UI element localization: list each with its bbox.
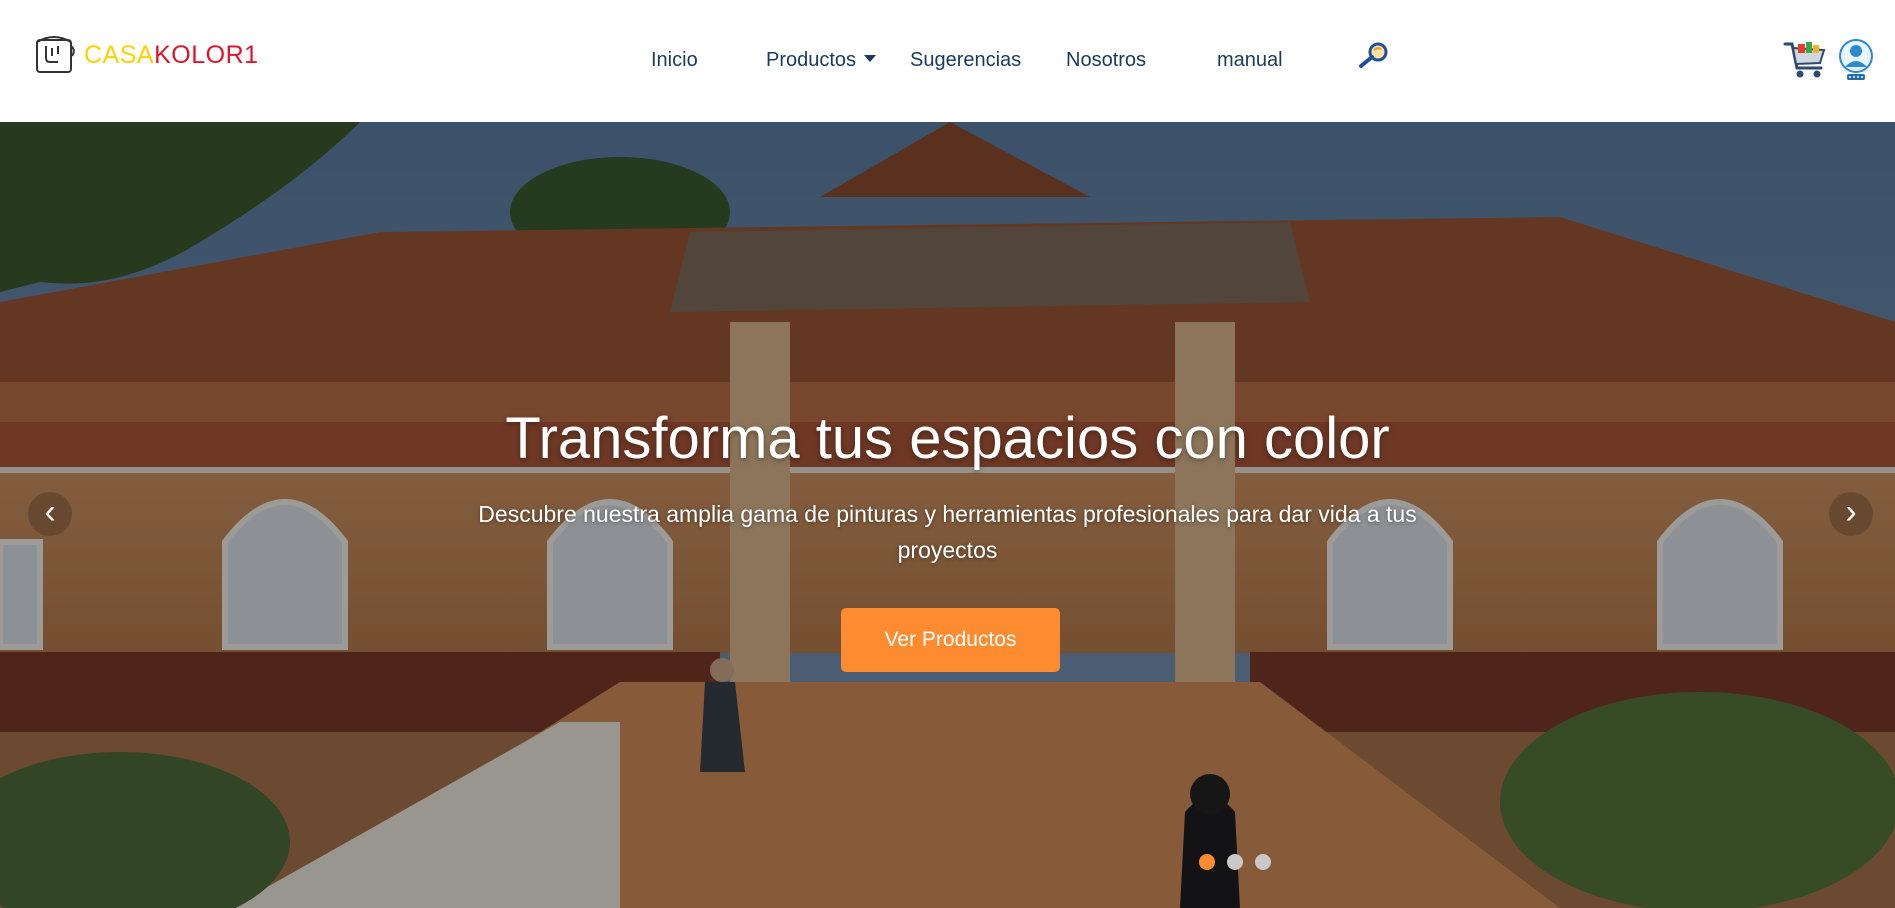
caret-down-icon [864,55,877,62]
carousel-indicator[interactable] [1227,854,1243,870]
brand-name-part-b: KOLOR1 [154,41,259,69]
hero-title: Transforma tus espacios con color [505,406,1390,471]
hero-carousel: Transforma tus espacios con color Descub… [0,122,1895,908]
nav-item-inicio[interactable]: Inicio [651,48,698,72]
nav-item-manual[interactable]: manual [1217,48,1283,72]
navbar: CASAKOLOR1 Inicio Productos Sugerencias … [0,0,1895,122]
nav-item-productos[interactable]: Productos [766,48,877,72]
carousel-prev-button[interactable]: ‹ [28,492,72,536]
nav-item-nosotros[interactable]: Nosotros [1066,48,1146,72]
shopping-cart-icon[interactable] [1783,38,1827,80]
carousel-indicator[interactable] [1255,854,1271,870]
carousel-indicators [1199,854,1271,870]
ver-productos-button[interactable]: Ver Productos [841,608,1060,672]
carousel-next-button[interactable]: › [1829,492,1873,536]
nav-item-sugerencias[interactable]: Sugerencias [910,48,1021,72]
carousel-indicator[interactable] [1199,854,1215,870]
brand-name: CASAKOLOR1 [84,43,259,68]
paint-bucket-icon [32,30,78,81]
user-avatar-icon[interactable] [1838,38,1874,82]
brand-link[interactable]: CASAKOLOR1 [32,30,259,81]
hero-subtitle: Descubre nuestra amplia gama de pinturas… [478,501,1417,563]
nav-item-productos-label: Productos [766,49,857,71]
magnifier-icon[interactable] [1357,40,1391,70]
brand-name-part-a: CASA [84,41,155,69]
